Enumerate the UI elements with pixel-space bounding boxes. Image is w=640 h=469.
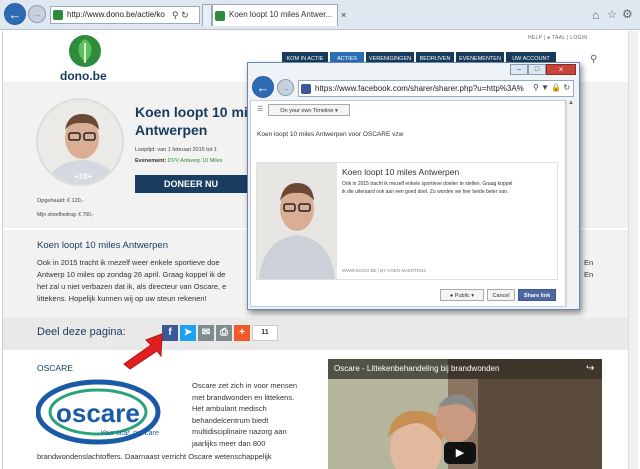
card-text-2: ik die uiteraard ook aan een goed doel. … [342, 189, 509, 195]
popup-maximize-button[interactable]: □ [528, 64, 546, 75]
video-play-button[interactable]: ▶ [444, 442, 476, 464]
popup-scrollbar[interactable]: ▲ [566, 100, 575, 307]
opgehaald-text: Opgehaald: € 120,- [37, 198, 85, 204]
favorites-star-icon[interactable]: ☆ [607, 8, 617, 21]
share-email-icon[interactable]: ✉ [198, 325, 214, 341]
forward-button[interactable]: → [28, 5, 46, 23]
card-author: BY KOEN MAERTENS [380, 268, 427, 273]
story-line-3: het zal u niet verbazen dat ik, als dire… [37, 282, 227, 291]
share-plus-icon[interactable]: + [234, 325, 250, 341]
cancel-button[interactable]: Cancel [487, 289, 515, 301]
share-twitter-icon[interactable]: ➤ [180, 325, 196, 341]
oscare-text-line: Het ambulant medisch [192, 404, 267, 413]
globe-icon: ● [449, 293, 454, 299]
video-share-icon[interactable]: ↪ [586, 363, 594, 374]
campaign-title-2: Antwerpen [135, 122, 208, 138]
story-right-1: En [584, 258, 594, 267]
help-link[interactable]: HELP [528, 35, 542, 41]
avatar-badge: +16+ [74, 172, 93, 181]
oscare-text-line: Oscare zet zich in voor mensen [192, 381, 298, 390]
story-line-1: Ook in 2015 tracht ik mezelf weer enkele… [37, 258, 220, 267]
util-links: HELP | ● TAAL | LOGIN [528, 35, 588, 41]
oscare-heading: OSCARE [37, 363, 73, 373]
share-link-button[interactable]: Share link [518, 289, 556, 301]
oscare-logo-word: oscare [56, 398, 140, 428]
popup-facebook-favicon-icon [301, 84, 311, 94]
red-arrow-icon [120, 332, 164, 372]
globe-icon: ● [547, 35, 551, 41]
back-button[interactable]: ← [4, 3, 26, 25]
logo-text: dono.be [60, 69, 107, 83]
card-domain: WWW.DONO.BE [342, 268, 377, 273]
privacy-dropdown[interactable]: ● Public ▾ [440, 289, 484, 301]
settings-gear-icon[interactable]: ⚙ [622, 7, 633, 21]
oscare-text-line: behandelcentrum biedt [192, 415, 269, 425]
fb-message[interactable]: Koen loopt 10 miles Antwerpen voor OSCAR… [257, 131, 403, 138]
card-title: Koen loopt 10 miles Antwerpen [342, 167, 460, 177]
evenement-link[interactable]: DVV Antwerp 10 Miles [168, 158, 223, 164]
card-domain-row: WWW.DONO.BE | BY KOEN MAERTENS [342, 268, 426, 273]
taal-link[interactable]: TAAL [552, 35, 565, 41]
oscare-tagline: Your scar, our care [100, 430, 159, 437]
card-text-1: Ook in 2015 tracht ik mezelf enkele spor… [342, 181, 513, 187]
page-scrollbar[interactable] [628, 31, 638, 469]
evenement-row: Evenement: DVV Antwerp 10 Miles [135, 158, 223, 164]
timeline-dropdown[interactable]: On your own Timeline ▾ [268, 104, 350, 116]
story-right-2: En [584, 270, 594, 279]
story-line-2: Antwerp 10 miles op zondag 26 april. Gra… [37, 270, 226, 279]
preview-image [257, 163, 337, 279]
login-link[interactable]: LOGIN [570, 35, 587, 41]
tab-first[interactable] [202, 4, 212, 26]
oscare-bottom-text: brandwondenslachtoffers. Daarnaast verri… [37, 452, 272, 461]
popup-forward-button[interactable]: → [277, 79, 294, 96]
tab-active[interactable]: Koen loopt 10 miles Antwer... [212, 4, 338, 26]
oscare-text: Oscare zet zich in voor mensen met brand… [192, 380, 322, 449]
story-heading: Koen loopt 10 miles Antwerpen [37, 240, 168, 251]
popup-back-button[interactable]: ← [252, 76, 274, 98]
address-icons[interactable]: ⚲ ↻ [172, 10, 189, 21]
popup-address-icons[interactable]: ⚲ ▼ 🔒 ↻ [533, 83, 571, 92]
card-separator: | [377, 268, 379, 273]
share-facebook-icon[interactable]: f [162, 325, 178, 341]
popup-minimize-button[interactable]: – [510, 64, 528, 75]
story-line-4: littekens. Hopelijk kunnen wij op uw ste… [37, 294, 207, 303]
fb-post-icon: ☰ [257, 106, 264, 113]
popup-close-button[interactable]: × [546, 64, 576, 75]
site-favicon-icon [53, 10, 63, 20]
looptijd-text: Looptijd: van 1 februari 2015 tot 1 [135, 147, 217, 153]
tab-close-icon[interactable]: × [341, 10, 346, 20]
share-count: 11 [252, 325, 278, 341]
home-icon[interactable]: ⌂ [592, 8, 599, 22]
streefbedrag-text: Mijn streefbedrag: € 700,- [37, 212, 94, 218]
share-print-icon[interactable]: ⎙ [216, 325, 232, 341]
oscare-text-line: multidisciplinaire nazorg aan [192, 427, 287, 436]
donate-button[interactable]: DONEER NU [135, 175, 247, 193]
video-title[interactable]: Oscare - Littekenbehandeling bij brandwo… [334, 364, 499, 373]
share-label: Deel deze pagina: [37, 326, 126, 338]
oscare-text-line: jaarlijks meer dan 800 [192, 438, 266, 448]
search-icon[interactable]: ⚲ [590, 54, 597, 65]
tab-favicon-icon [215, 11, 225, 21]
oscare-text-line: met brandwonden en littekens. [192, 392, 295, 402]
video-embed[interactable]: Oscare - Littekenbehandeling bij brandwo… [328, 359, 602, 469]
